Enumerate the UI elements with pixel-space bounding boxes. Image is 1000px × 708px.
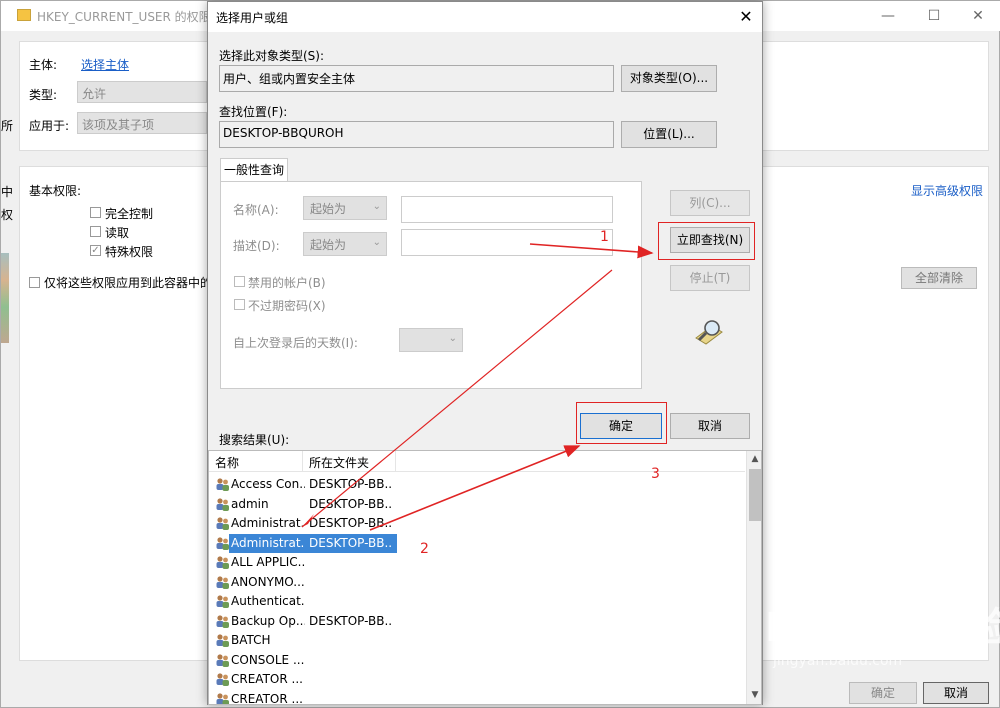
step-3-label: 3 — [651, 466, 660, 482]
arrow-to-ok — [369, 445, 581, 531]
baidu-watermark: Bai du 经验 jingyan.baidu.com — [765, 595, 1000, 669]
arrow-to-find-now — [529, 243, 654, 259]
arrow-to-result — [301, 269, 613, 528]
step-1-label: 1 — [600, 229, 609, 245]
watermark-url: jingyan.baidu.com — [773, 653, 903, 669]
step-2-label: 2 — [420, 541, 429, 557]
watermark-brand: Bai du 经验 — [765, 605, 1000, 651]
